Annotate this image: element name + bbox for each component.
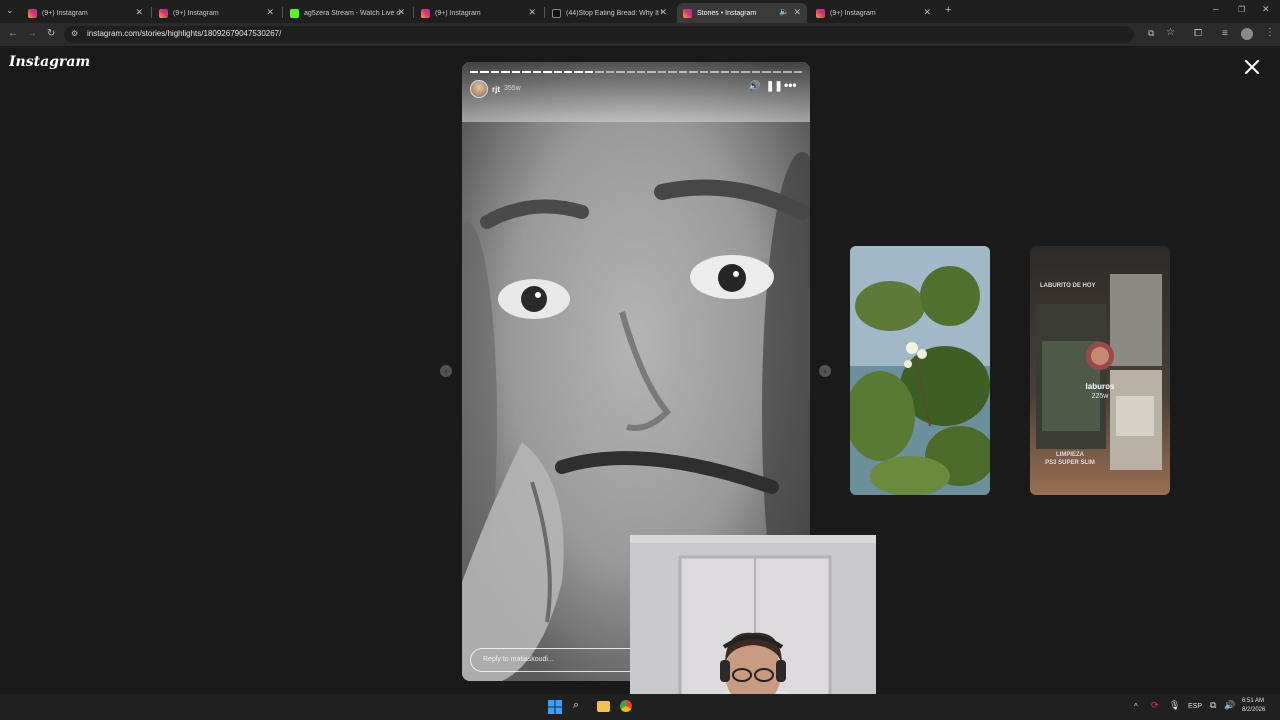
profile-avatar[interactable] bbox=[1241, 28, 1253, 40]
clock-date[interactable]: 8/2/2026 bbox=[1242, 707, 1265, 713]
new-tab-icon[interactable]: + bbox=[945, 5, 951, 16]
install-app-icon[interactable]: ⧉ bbox=[1148, 29, 1154, 38]
webcam-feed bbox=[630, 535, 876, 720]
tab-title: (9+) Instagram bbox=[42, 9, 88, 17]
tab-title: (44)Stop Eating Bread: Why It W bbox=[566, 9, 662, 17]
previous-story-button[interactable]: ‹ bbox=[440, 365, 452, 377]
close-tab-icon[interactable]: ✕ bbox=[793, 7, 801, 18]
sync-icon[interactable]: ⟳ bbox=[1151, 700, 1159, 711]
clock-time[interactable]: 6:51 AM bbox=[1242, 698, 1264, 704]
tiktok-icon bbox=[552, 8, 561, 18]
close-icon[interactable] bbox=[1243, 58, 1261, 76]
restore-icon[interactable]: ❐ bbox=[1238, 6, 1245, 14]
tab-title: (9+) Instagram bbox=[830, 9, 876, 17]
tab[interactable]: (9+) Instagram ✕ bbox=[153, 3, 280, 23]
volume-icon[interactable]: 🔊 bbox=[748, 82, 760, 92]
show-hidden-icons-icon[interactable]: ^ bbox=[1134, 702, 1138, 711]
preview-caption-bottom: PS3 SUPER SLIM bbox=[1045, 460, 1095, 466]
tab[interactable]: (9+) Instagram ✕ bbox=[810, 3, 937, 23]
tab-audio-icon[interactable]: 🔈 bbox=[779, 7, 789, 16]
instagram-icon bbox=[421, 8, 430, 18]
tab-divider bbox=[282, 7, 283, 18]
site-info-icon[interactable]: ⚙ bbox=[71, 30, 78, 38]
close-tab-icon[interactable]: ✕ bbox=[266, 7, 274, 18]
pause-icon[interactable]: ❚❚ bbox=[766, 82, 783, 92]
reply-placeholder: Reply to matiaskoudi... bbox=[483, 656, 554, 663]
tab-divider bbox=[151, 7, 152, 18]
preview-caption-bottom: LIMPIEZA bbox=[1056, 452, 1084, 458]
preview-caption-top: LABURITO DE HOY bbox=[1040, 283, 1096, 289]
preview-image bbox=[850, 246, 990, 495]
tab-title: Stories • Instagram bbox=[697, 9, 757, 17]
taskbar: ⌕ ^ ⟳ 🎙 ESP ⧉ 🔊 6:51 AM 8/2/2026 bbox=[0, 694, 1280, 720]
tab-title: (9+) Instagram bbox=[173, 9, 219, 17]
minimize-icon[interactable]: – bbox=[1213, 5, 1219, 15]
tab-title: (9+) Instagram bbox=[435, 9, 481, 17]
chrome-icon[interactable] bbox=[620, 700, 632, 712]
tab-divider bbox=[544, 7, 545, 18]
tab-search-icon[interactable]: ⌄ bbox=[6, 6, 14, 15]
more-options-icon[interactable]: ••• bbox=[784, 79, 797, 91]
tab[interactable]: (9+) Instagram ✕ bbox=[415, 3, 542, 23]
forward-icon[interactable]: → bbox=[27, 29, 37, 39]
close-tab-icon[interactable]: ✕ bbox=[923, 7, 931, 18]
file-explorer-icon[interactable] bbox=[597, 701, 610, 712]
language-indicator[interactable]: ESP bbox=[1188, 703, 1202, 710]
story-username[interactable]: rjt bbox=[492, 85, 500, 94]
close-tab-icon[interactable]: ✕ bbox=[528, 7, 536, 18]
close-tab-icon[interactable]: ✕ bbox=[659, 7, 667, 18]
close-tab-icon[interactable]: ✕ bbox=[135, 7, 143, 18]
tab-active[interactable]: Stories • Instagram 🔈 ✕ bbox=[677, 3, 807, 23]
microphone-icon[interactable]: 🎙 bbox=[1169, 700, 1180, 711]
kick-icon bbox=[290, 8, 299, 18]
tab[interactable]: ag5zera Stream - Watch Live on ✕ bbox=[284, 3, 411, 23]
tab-title: ag5zera Stream - Watch Live on bbox=[304, 9, 400, 17]
preview-timestamp: 225w bbox=[1091, 393, 1109, 400]
bookmark-star-icon[interactable]: ☆ bbox=[1166, 28, 1175, 38]
media-controls-icon[interactable]: ≡ bbox=[1222, 29, 1228, 39]
volume-tray-icon[interactable]: 🔊 bbox=[1224, 700, 1235, 711]
instagram-icon bbox=[683, 8, 692, 18]
webcam-overlay bbox=[630, 535, 876, 720]
reload-icon[interactable]: ↻ bbox=[47, 29, 55, 39]
story-timestamp: 355w bbox=[504, 85, 521, 92]
network-icon[interactable]: ⧉ bbox=[1210, 700, 1216, 711]
window-close-icon[interactable]: ✕ bbox=[1262, 5, 1270, 14]
instagram-logo[interactable]: Instagram bbox=[9, 54, 90, 70]
instagram-icon bbox=[28, 8, 37, 18]
next-story-button[interactable]: › bbox=[819, 365, 831, 377]
tab-strip: ⌄ (9+) Instagram ✕ (9+) Instagram ✕ ag5z… bbox=[0, 0, 1280, 23]
search-icon[interactable]: ⌕ bbox=[573, 699, 579, 712]
instagram-icon bbox=[159, 8, 168, 18]
windows-start-icon[interactable] bbox=[548, 700, 562, 714]
story-progress-bar bbox=[470, 71, 802, 73]
url-text[interactable]: instagram.com/stories/highlights/1809267… bbox=[87, 29, 281, 38]
story-avatar[interactable] bbox=[470, 80, 488, 98]
tab[interactable]: (9+) Instagram ✕ bbox=[22, 3, 149, 23]
browser-menu-icon[interactable]: ⋮ bbox=[1265, 28, 1275, 38]
tab[interactable]: (44)Stop Eating Bread: Why It W ✕ bbox=[546, 3, 673, 23]
instagram-icon bbox=[816, 8, 825, 18]
tab-divider bbox=[413, 7, 414, 18]
preview-username: laburos bbox=[1085, 382, 1115, 391]
story-preview[interactable]: LABURITO DE HOY laburos 225w LIMPIEZA PS… bbox=[1030, 246, 1170, 495]
back-icon[interactable]: ← bbox=[8, 29, 18, 39]
extensions-icon[interactable]: ⧠ bbox=[1194, 29, 1202, 39]
story-preview[interactable]: 197w bbox=[850, 246, 990, 495]
close-tab-icon[interactable]: ✕ bbox=[397, 7, 405, 18]
